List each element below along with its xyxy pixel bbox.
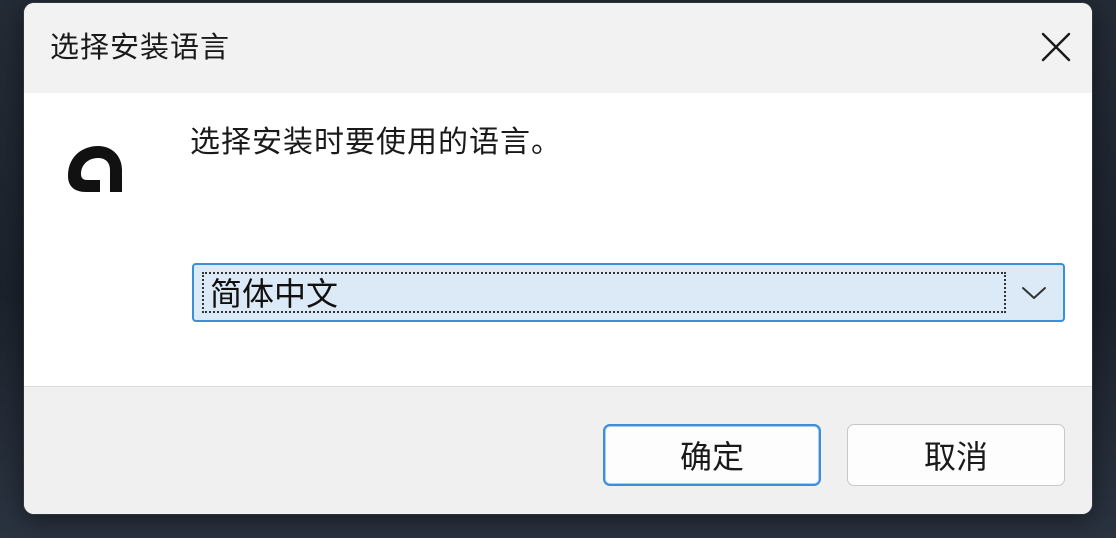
install-language-dialog: 选择安装语言 选择安装时要使用的语言。 简体中文 确定 取消 <box>24 3 1092 514</box>
dialog-title: 选择安装语言 <box>50 30 231 64</box>
close-icon <box>1041 32 1071 62</box>
chevron-down-icon[interactable] <box>1021 283 1047 303</box>
app-logo-icon <box>68 146 122 192</box>
language-prompt: 选择安装时要使用的语言。 <box>190 125 562 160</box>
dialog-titlebar: 选择安装语言 <box>24 3 1092 93</box>
focus-rectangle: 简体中文 <box>202 272 1006 313</box>
close-button[interactable] <box>1032 23 1080 71</box>
ok-button[interactable]: 确定 <box>603 424 821 486</box>
cancel-button[interactable]: 取消 <box>847 424 1065 486</box>
selected-language: 简体中文 <box>210 275 339 313</box>
language-select[interactable]: 简体中文 <box>192 263 1065 322</box>
dialog-footer: 确定 取消 <box>24 386 1092 514</box>
dialog-content: 选择安装时要使用的语言。 简体中文 <box>24 93 1092 386</box>
